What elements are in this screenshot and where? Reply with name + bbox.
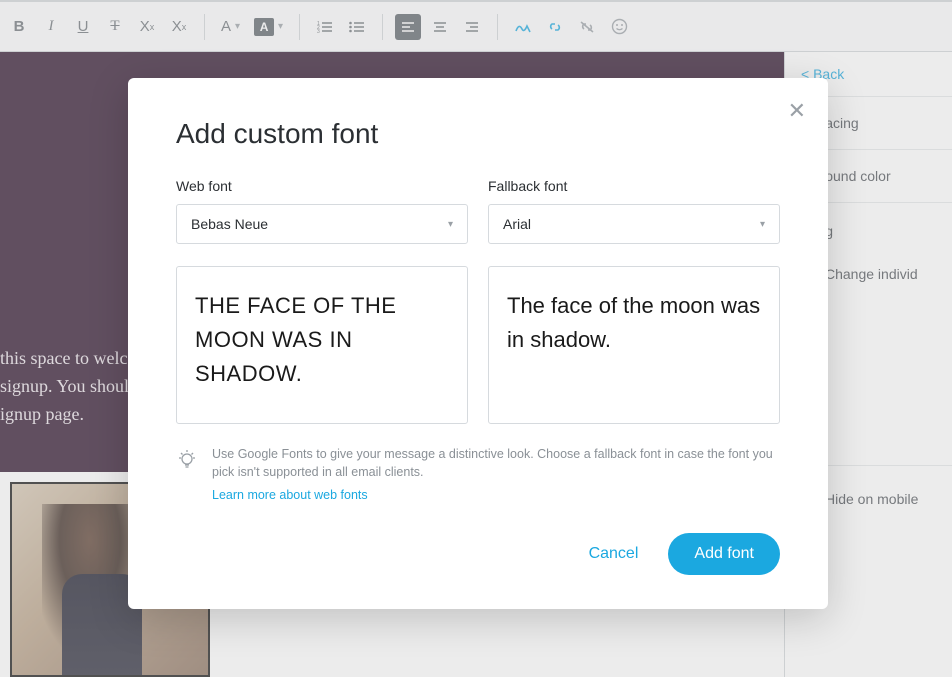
- highlight-dropdown[interactable]: A▾: [250, 18, 287, 36]
- svg-text:3: 3: [317, 29, 320, 34]
- align-left-button[interactable]: [395, 14, 421, 40]
- font-color-dropdown[interactable]: A▾: [217, 18, 244, 35]
- fallback-font-preview: The face of the moon was in shadow.: [488, 266, 780, 424]
- add-font-button[interactable]: Add font: [668, 533, 780, 575]
- underline-button[interactable]: U: [70, 14, 96, 40]
- italic-button[interactable]: I: [38, 14, 64, 40]
- subscript-button[interactable]: Xx: [134, 14, 160, 40]
- text-toolbar: B I U T Xx Xx A▾ A▾ 123: [0, 0, 952, 52]
- unlink-icon[interactable]: [574, 14, 600, 40]
- link-icon[interactable]: [542, 14, 568, 40]
- web-font-preview: The face of the moon was in shadow.: [176, 266, 468, 424]
- chevron-down-icon: ▾: [448, 219, 453, 230]
- close-icon[interactable]: ✕: [788, 100, 806, 122]
- superscript-button[interactable]: Xx: [166, 14, 192, 40]
- bold-button[interactable]: B: [6, 14, 32, 40]
- align-right-button[interactable]: [459, 14, 485, 40]
- tip-text: Use Google Fonts to give your message a …: [212, 446, 780, 505]
- strikethrough-button[interactable]: T: [102, 14, 128, 40]
- signature-icon[interactable]: [510, 14, 536, 40]
- align-center-button[interactable]: [427, 14, 453, 40]
- fallback-font-select[interactable]: Arial ▾: [488, 204, 780, 244]
- fallback-font-label: Fallback font: [488, 178, 780, 194]
- cancel-button[interactable]: Cancel: [569, 535, 659, 573]
- ordered-list-button[interactable]: 123: [312, 14, 338, 40]
- modal-title: Add custom font: [176, 118, 780, 150]
- web-font-label: Web font: [176, 178, 468, 194]
- learn-more-link[interactable]: Learn more about web fonts: [212, 487, 780, 505]
- web-font-select[interactable]: Bebas Neue ▾: [176, 204, 468, 244]
- lightbulb-icon: [176, 448, 198, 472]
- add-font-modal: ✕ Add custom font Web font Bebas Neue ▾ …: [128, 78, 828, 609]
- emoji-icon[interactable]: [606, 14, 632, 40]
- unordered-list-button[interactable]: [344, 14, 370, 40]
- chevron-down-icon: ▾: [760, 219, 765, 230]
